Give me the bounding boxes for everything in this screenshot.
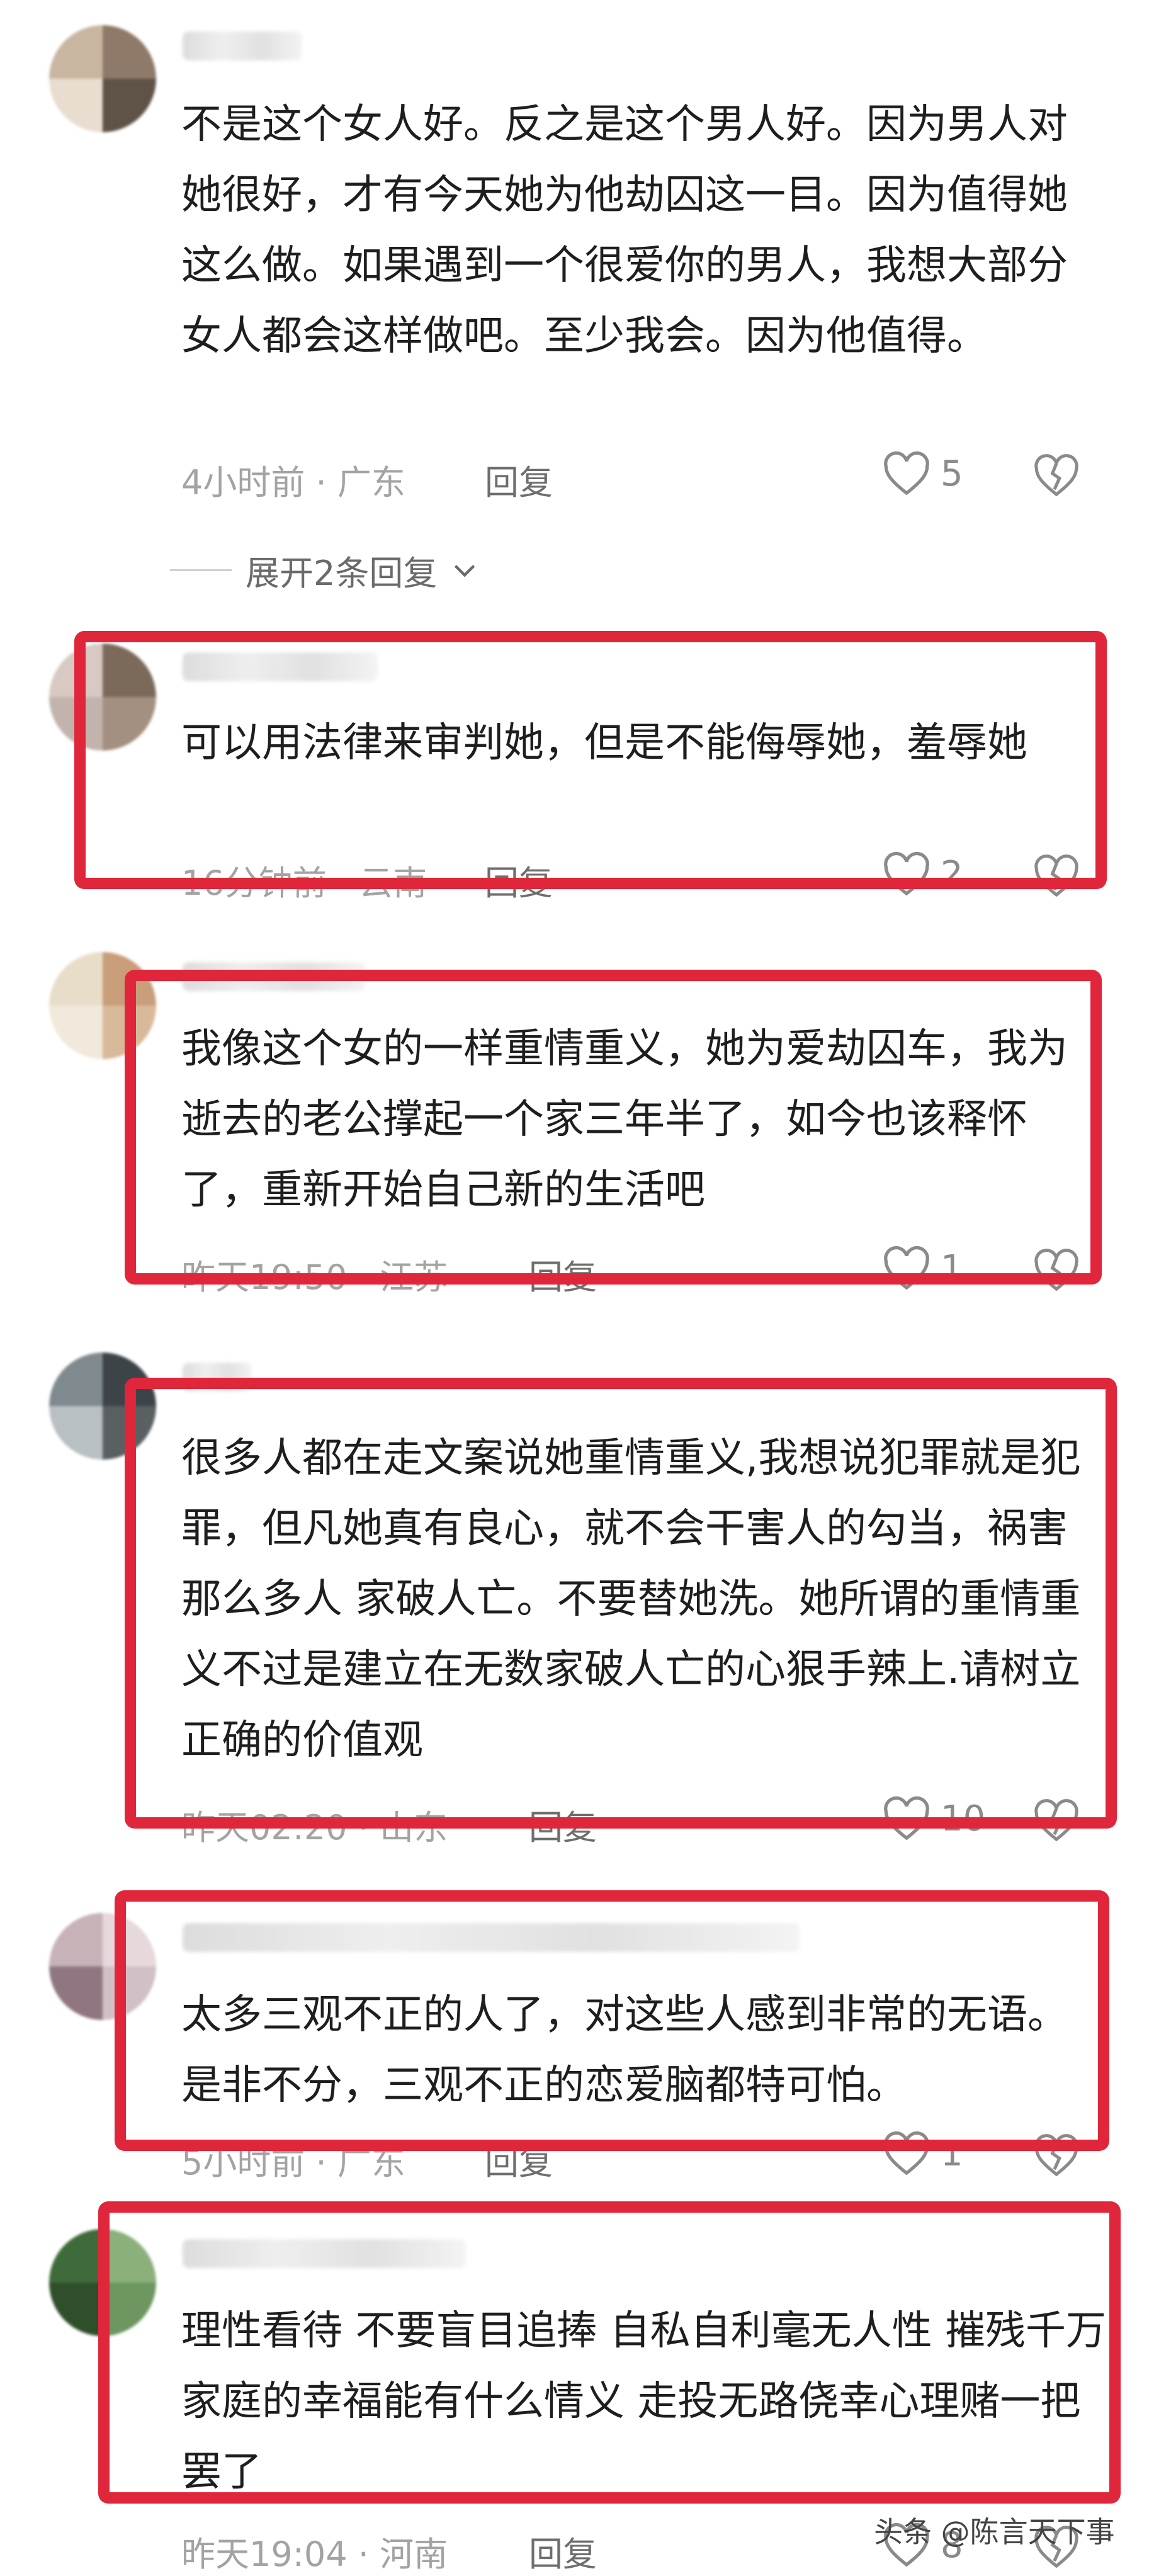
like-button[interactable]: 10 bbox=[881, 1796, 985, 1841]
reply-button[interactable]: 回复 bbox=[529, 1249, 597, 1299]
like-count: 2 bbox=[941, 853, 963, 895]
username-blurred[interactable] bbox=[183, 31, 302, 60]
heart-outline-icon bbox=[884, 2131, 929, 2176]
expand-replies-label: 展开2条回复 bbox=[246, 553, 438, 593]
like-button[interactable]: 5 bbox=[881, 451, 963, 496]
heart-outline-icon bbox=[884, 1796, 929, 1841]
username-blurred[interactable] bbox=[183, 962, 365, 991]
comment-time-location: 昨天02:20 · 山东 bbox=[181, 1808, 448, 1847]
heart-outline-icon bbox=[884, 451, 929, 496]
comment-time-location: 昨天19:50 · 江苏 bbox=[181, 1257, 448, 1297]
username-blurred[interactable] bbox=[183, 1363, 252, 1392]
like-count: 10 bbox=[941, 1798, 986, 1839]
reply-button[interactable]: 回复 bbox=[529, 1800, 597, 1849]
like-count: 1 bbox=[941, 1247, 963, 1289]
broken-heart-icon[interactable] bbox=[1032, 2133, 1080, 2177]
avatar[interactable] bbox=[49, 1353, 156, 1460]
comment-time-location: 昨天19:04 · 河南 bbox=[181, 2534, 448, 2574]
comment-text: 很多人都在走文案说她重情重义,我想说犯罪就是犯罪，但凡她真有良心，就不会干害人的… bbox=[181, 1435, 1081, 1764]
username-blurred[interactable] bbox=[183, 1923, 800, 1952]
avatar[interactable] bbox=[49, 1913, 156, 2020]
divider-line bbox=[170, 569, 232, 571]
reply-button[interactable]: 回复 bbox=[529, 2526, 597, 2576]
avatar[interactable] bbox=[49, 2229, 156, 2336]
like-button[interactable]: 1 bbox=[881, 2131, 963, 2176]
comment-text: 太多三观不正的人了，对这些人感到非常的无语。是非不分，三观不正的恋爱脑都特可怕。 bbox=[181, 1992, 1068, 2109]
avatar[interactable] bbox=[49, 952, 156, 1059]
username-blurred[interactable] bbox=[183, 652, 378, 681]
heart-outline-icon bbox=[884, 851, 929, 896]
heart-outline-icon bbox=[884, 1245, 929, 1290]
watermark: 头条 @陈言天下事 bbox=[874, 2515, 1115, 2549]
like-button[interactable]: 2 bbox=[881, 851, 963, 897]
like-count: 1 bbox=[941, 2133, 963, 2174]
broken-heart-icon[interactable] bbox=[1032, 854, 1080, 898]
username-blurred[interactable] bbox=[183, 2239, 466, 2268]
comment-text: 不是这个女人好。反之是这个男人好。因为男人对她很好，才有今天她为他劫囚这一目。因… bbox=[181, 101, 1068, 360]
avatar[interactable] bbox=[49, 644, 156, 751]
comment-time-location: 4小时前 · 广东 bbox=[181, 463, 405, 502]
expand-replies-button[interactable]: 展开2条回复 bbox=[170, 545, 478, 595]
reply-button[interactable]: 回复 bbox=[485, 455, 553, 504]
reply-button[interactable]: 回复 bbox=[485, 855, 553, 905]
comments-screen: { "comments": [ { "text": "不是这个女人好。反之是这个… bbox=[0, 0, 1154, 2574]
avatar[interactable] bbox=[49, 25, 156, 132]
reply-button[interactable]: 回复 bbox=[485, 2135, 553, 2184]
like-count: 5 bbox=[941, 453, 963, 494]
comment-text: 我像这个女的一样重情重义，她为爱劫囚车，我为逝去的老公撑起一个家三年半了，如今也… bbox=[181, 1026, 1068, 1213]
broken-heart-icon[interactable] bbox=[1032, 1798, 1080, 1842]
broken-heart-icon[interactable] bbox=[1032, 453, 1080, 497]
comment-text: 可以用法律来审判她，但是不能侮辱她，羞辱她 bbox=[181, 720, 1027, 766]
comment-time-location: 16分钟前 · 云南 bbox=[181, 863, 427, 903]
like-button[interactable]: 1 bbox=[881, 1245, 963, 1291]
broken-heart-icon[interactable] bbox=[1032, 1248, 1080, 1292]
chevron-down-icon bbox=[455, 564, 475, 577]
comment-text: 理性看待 不要盲目追捧 自私自利毫无人性 摧残千万家庭的幸福能有什么情义 走投无… bbox=[181, 2308, 1107, 2495]
comment-time-location: 5小时前 · 广东 bbox=[181, 2143, 405, 2182]
